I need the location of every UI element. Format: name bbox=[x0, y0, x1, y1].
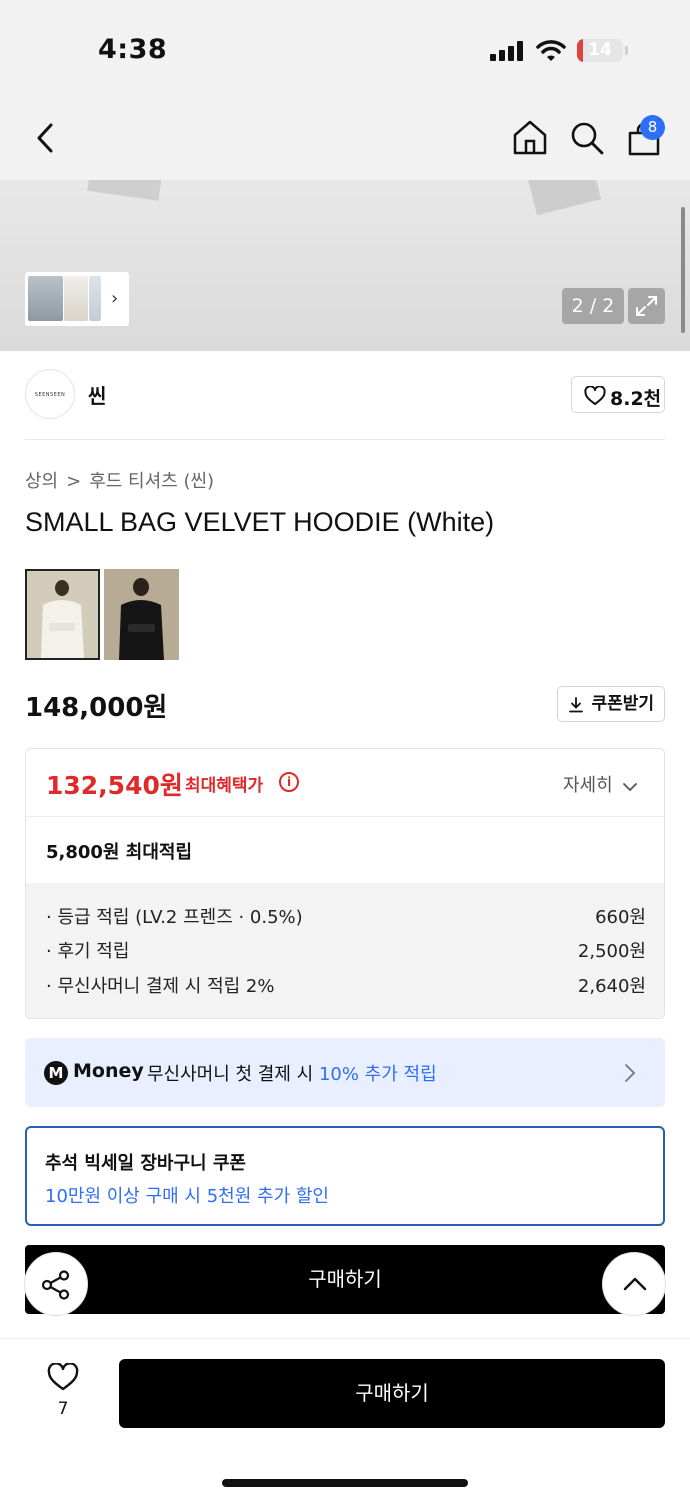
search-icon[interactable] bbox=[569, 120, 605, 156]
product-price: 148,000원 bbox=[25, 693, 168, 723]
mini-thumbnail bbox=[28, 276, 63, 321]
color-option-white[interactable] bbox=[25, 569, 100, 660]
money-logo-icon: M bbox=[44, 1061, 68, 1085]
brand-row: SEENSEEN 씬 8.2천 bbox=[25, 369, 665, 419]
money-promo-prefix: 무신사머니 첫 결제 시 bbox=[147, 1064, 319, 1085]
inline-buy-button[interactable]: 구매하기 bbox=[25, 1245, 665, 1314]
product-image-fragment bbox=[524, 180, 602, 216]
back-icon[interactable] bbox=[34, 122, 56, 154]
wifi-icon bbox=[536, 40, 566, 61]
max-benefit-price: 132,540원 bbox=[46, 771, 183, 800]
status-bar: 4:38 14 bbox=[0, 0, 690, 100]
chevron-right-icon: › bbox=[111, 288, 119, 309]
benefit-detail-label: 자세히 bbox=[563, 775, 613, 796]
points-row-value: 2,500원 bbox=[577, 941, 646, 962]
points-row: · 후기 적립 2,500원 bbox=[46, 937, 646, 963]
info-icon[interactable]: i bbox=[279, 772, 299, 792]
brand-logo[interactable]: SEENSEEN bbox=[25, 369, 75, 419]
image-counter: 2 / 2 bbox=[562, 288, 624, 324]
scroll-indicator bbox=[681, 207, 685, 333]
points-row: · 등급 적립 (LV.2 프렌즈 · 0.5%) 660원 bbox=[46, 903, 646, 929]
breadcrumb-subcategory[interactable]: 후드 티셔츠 (씬) bbox=[89, 471, 214, 492]
benefit-box: 132,540원 최대혜택가 i 자세히 5,800원 최대적립 · 등급 적립… bbox=[25, 748, 665, 1019]
expand-button[interactable] bbox=[628, 288, 665, 324]
product-title: SMALL BAG VELVET HOODIE (White) bbox=[25, 507, 495, 537]
coupon-download-label: 쿠폰받기 bbox=[591, 694, 654, 714]
mini-thumbnail bbox=[64, 276, 88, 321]
brand-like-count: 8.2천 bbox=[610, 388, 662, 410]
points-row-value: 2,640원 bbox=[577, 976, 646, 997]
thumbnail-strip[interactable]: › bbox=[25, 272, 129, 326]
product-image-gallery[interactable]: › 2 / 2 bbox=[0, 180, 690, 351]
signal-icon bbox=[490, 41, 524, 61]
battery-tip bbox=[625, 46, 628, 55]
share-icon bbox=[41, 1270, 70, 1300]
money-brand: Money bbox=[73, 1060, 144, 1082]
buy-button[interactable]: 구매하기 bbox=[119, 1359, 665, 1428]
mini-thumbnail bbox=[89, 276, 101, 321]
divider bbox=[26, 816, 664, 817]
points-detail-list: · 등급 적립 (LV.2 프렌즈 · 0.5%) 660원 · 후기 적립 2… bbox=[26, 883, 664, 1018]
product-image-fragment bbox=[87, 180, 165, 201]
download-icon bbox=[569, 697, 583, 713]
color-option-black[interactable] bbox=[104, 569, 179, 660]
battery-icon: 14 bbox=[577, 39, 623, 62]
money-promo-highlight: 10% 추가 적립 bbox=[318, 1064, 437, 1085]
points-row-label: · 무신사머니 결제 시 적립 2% bbox=[46, 976, 275, 997]
brand-like-button[interactable]: 8.2천 bbox=[571, 376, 665, 413]
chevron-right-icon bbox=[625, 1064, 636, 1082]
money-promo-banner[interactable]: M Money 무신사머니 첫 결제 시 10% 추가 적립 bbox=[25, 1038, 665, 1107]
coupon-download-button[interactable]: 쿠폰받기 bbox=[557, 686, 665, 722]
chevron-down-icon bbox=[623, 783, 638, 792]
battery-level: 14 bbox=[588, 40, 612, 60]
scroll-to-top-button[interactable] bbox=[602, 1252, 666, 1316]
chevron-up-icon bbox=[623, 1277, 647, 1291]
status-time: 4:38 bbox=[98, 34, 168, 65]
divider bbox=[0, 1338, 690, 1339]
product-like-button[interactable]: 7 bbox=[40, 1360, 86, 1422]
event-coupon-box[interactable]: 추석 빅세일 장바구니 쿠폰 10만원 이상 구매 시 5천원 추가 할인 bbox=[25, 1126, 665, 1226]
breadcrumb: 상의 > 후드 티셔츠 (씬) bbox=[25, 467, 214, 493]
money-promo-text: 무신사머니 첫 결제 시 10% 추가 적립 bbox=[147, 1060, 437, 1086]
share-button[interactable] bbox=[24, 1252, 88, 1316]
benefit-detail-toggle[interactable]: 자세히 bbox=[563, 771, 638, 797]
points-row-label: · 등급 적립 (LV.2 프렌즈 · 0.5%) bbox=[46, 907, 303, 928]
product-photo-black bbox=[104, 569, 179, 660]
points-row-label: · 후기 적립 bbox=[46, 941, 130, 962]
heart-icon bbox=[584, 386, 606, 405]
points-row-value: 660원 bbox=[595, 907, 646, 928]
product-like-count: 7 bbox=[57, 1399, 69, 1419]
home-icon[interactable] bbox=[512, 119, 548, 156]
breadcrumb-category[interactable]: 상의 bbox=[25, 471, 58, 492]
max-points-summary: 5,800원 최대적립 bbox=[46, 842, 193, 863]
breadcrumb-separator: > bbox=[66, 471, 82, 492]
max-benefit-label: 최대혜택가 bbox=[185, 776, 264, 796]
cart-count-badge: 8 bbox=[640, 115, 665, 140]
brand-name[interactable]: 씬 bbox=[88, 380, 106, 409]
expand-icon bbox=[636, 296, 657, 316]
divider bbox=[25, 439, 665, 440]
heart-icon bbox=[47, 1363, 79, 1391]
product-photo-white bbox=[27, 571, 98, 658]
event-title: 추석 빅세일 장바구니 쿠폰 bbox=[45, 1153, 246, 1174]
points-row: · 무신사머니 결제 시 적립 2% 2,640원 bbox=[46, 972, 646, 998]
event-subtitle: 10만원 이상 구매 시 5천원 추가 할인 bbox=[45, 1186, 329, 1207]
home-indicator bbox=[222, 1479, 468, 1487]
